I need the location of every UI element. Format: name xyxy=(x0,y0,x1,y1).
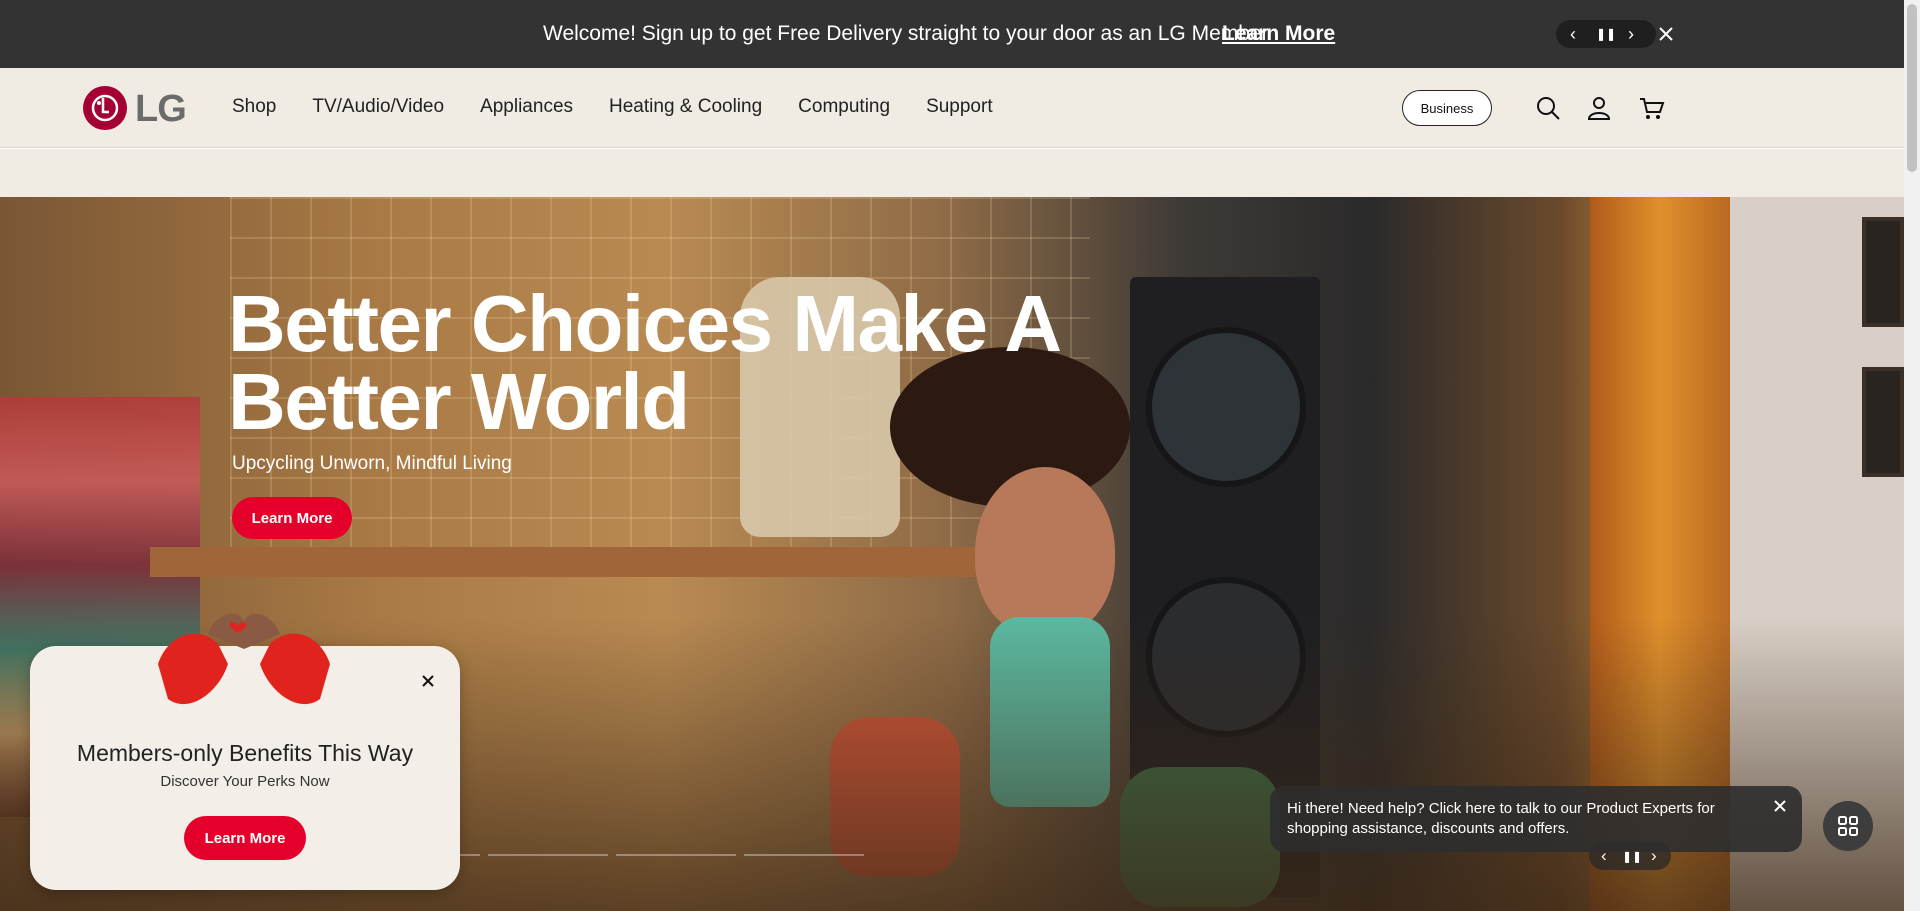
slide-indicator[interactable] xyxy=(488,854,608,856)
logo-wordmark: LG xyxy=(135,88,187,130)
hero-learn-more-button[interactable]: Learn More xyxy=(232,497,352,539)
hero-picture-frame xyxy=(1862,367,1904,477)
close-icon[interactable] xyxy=(414,667,442,695)
grid-icon xyxy=(1838,816,1858,836)
nav-item-appliances[interactable]: Appliances xyxy=(480,96,573,118)
nav-item-heating-cooling[interactable]: Heating & Cooling xyxy=(609,96,762,118)
scrollbar-thumb[interactable] xyxy=(1907,4,1917,172)
nav-item-support[interactable]: Support xyxy=(926,96,993,118)
nav-item-computing[interactable]: Computing xyxy=(798,96,890,118)
chat-message[interactable]: Hi there! Need help? Click here to talk … xyxy=(1287,799,1747,839)
account-icon[interactable] xyxy=(1585,94,1613,122)
hero-dryer-door xyxy=(1146,327,1306,487)
promo-message: Welcome! Sign up to get Free Delivery st… xyxy=(543,22,1269,45)
promo-carousel-controls: ‹ ❚❚ › xyxy=(1556,20,1656,48)
pause-icon[interactable]: ❚❚ xyxy=(1596,23,1616,45)
lg-logo-icon xyxy=(83,86,127,130)
nav-item-tv-audio-video[interactable]: TV/Audio/Video xyxy=(312,96,444,118)
slide-indicator[interactable] xyxy=(744,854,864,856)
close-icon[interactable] xyxy=(1768,794,1792,818)
cart-icon[interactable] xyxy=(1638,94,1666,122)
hero-picture-frame xyxy=(1862,217,1904,327)
business-button[interactable]: Business xyxy=(1402,90,1492,126)
chat-prompt[interactable]: Hi there! Need help? Click here to talk … xyxy=(1270,786,1802,852)
members-popup-title: Members-only Benefits This Way xyxy=(76,740,414,766)
lg-logo[interactable]: LG xyxy=(83,86,203,132)
heart-hands-icon xyxy=(158,613,330,705)
header-subband xyxy=(0,149,1904,197)
nav-item-shop[interactable]: Shop xyxy=(232,96,276,118)
page-scrollbar[interactable] xyxy=(1904,0,1920,911)
chevron-right-icon[interactable]: › xyxy=(1628,23,1634,45)
search-icon[interactable] xyxy=(1534,94,1562,122)
apps-grid-button[interactable] xyxy=(1823,801,1873,851)
site-header: LG Shop TV/Audio/Video Appliances Heatin… xyxy=(0,68,1904,148)
members-learn-more-button[interactable]: Learn More xyxy=(184,816,306,860)
members-popup-subtitle: Discover Your Perks Now xyxy=(160,773,330,790)
hero-subtitle: Upcycling Unworn, Mindful Living xyxy=(232,453,512,474)
slide-indicator[interactable] xyxy=(616,854,736,856)
promo-bar: Welcome! Sign up to get Free Delivery st… xyxy=(0,0,1904,68)
hero-title: Better Choices Make A Better World xyxy=(228,279,1059,446)
promo-learn-more-link[interactable]: Learn More xyxy=(1222,22,1335,46)
chevron-left-icon[interactable]: ‹ xyxy=(1570,23,1576,45)
close-icon[interactable] xyxy=(1654,20,1678,48)
main-nav: Shop TV/Audio/Video Appliances Heating &… xyxy=(232,96,1029,118)
hero-table xyxy=(150,547,1000,577)
hero-person-head xyxy=(975,467,1115,637)
